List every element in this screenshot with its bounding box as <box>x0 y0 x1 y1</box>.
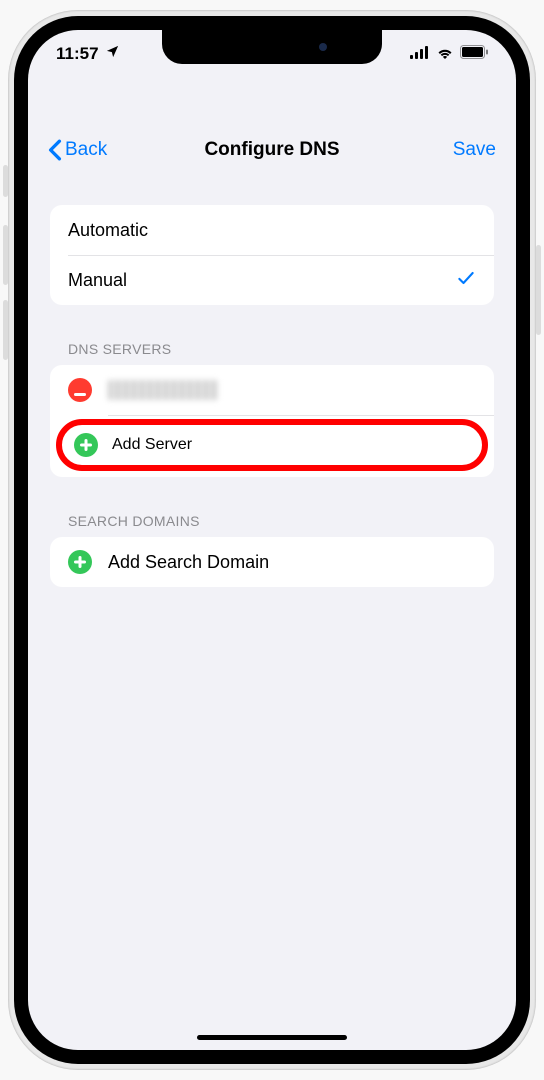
option-label: Automatic <box>68 220 476 241</box>
server-address-redacted <box>108 380 218 400</box>
phone-bezel: 11:57 <box>14 16 530 1064</box>
search-domains-header: SEARCH DOMAINS <box>50 513 494 537</box>
content: Automatic Manual DNS SERVERS <box>28 205 516 623</box>
status-time: 11:57 <box>56 44 99 64</box>
dns-servers-group: Add Server <box>50 365 494 477</box>
save-button[interactable]: Save <box>453 139 496 161</box>
dns-mode-group: Automatic Manual <box>50 205 494 305</box>
minus-icon <box>74 381 86 399</box>
cellular-signal-icon <box>410 44 430 64</box>
checkmark-icon <box>456 268 476 293</box>
search-domains-group: Add Search Domain <box>50 537 494 587</box>
plus-icon <box>80 436 92 454</box>
dns-mode-automatic[interactable]: Automatic <box>50 205 494 255</box>
nav-bar: Back Configure DNS Save <box>28 125 516 175</box>
battery-icon <box>460 44 488 64</box>
add-server-label: Add Server <box>112 436 192 454</box>
add-server-row[interactable]: Add Server <box>56 419 488 471</box>
screen: 11:57 <box>28 30 516 1050</box>
remove-server-button[interactable] <box>68 378 92 402</box>
add-server-button[interactable] <box>74 433 98 457</box>
volume-down-button <box>3 300 8 360</box>
phone-frame: 11:57 <box>8 10 536 1070</box>
dns-mode-manual[interactable]: Manual <box>50 255 494 305</box>
add-search-domain-row[interactable]: Add Search Domain <box>50 537 494 587</box>
add-domain-label: Add Search Domain <box>108 552 269 573</box>
option-label: Manual <box>68 270 456 291</box>
dns-servers-header: DNS SERVERS <box>50 341 494 365</box>
power-button <box>536 245 541 335</box>
chevron-left-icon <box>48 139 62 161</box>
location-arrow-icon <box>105 44 120 64</box>
wifi-icon <box>436 44 454 64</box>
back-label: Back <box>65 139 107 161</box>
dns-server-row[interactable] <box>50 365 494 415</box>
page-title: Configure DNS <box>204 139 339 161</box>
notch <box>162 30 382 64</box>
add-domain-button[interactable] <box>68 550 92 574</box>
plus-icon <box>74 553 86 571</box>
silence-switch <box>3 165 8 197</box>
back-button[interactable]: Back <box>48 139 107 161</box>
volume-up-button <box>3 225 8 285</box>
front-camera <box>319 43 327 51</box>
home-indicator[interactable] <box>197 1035 347 1040</box>
